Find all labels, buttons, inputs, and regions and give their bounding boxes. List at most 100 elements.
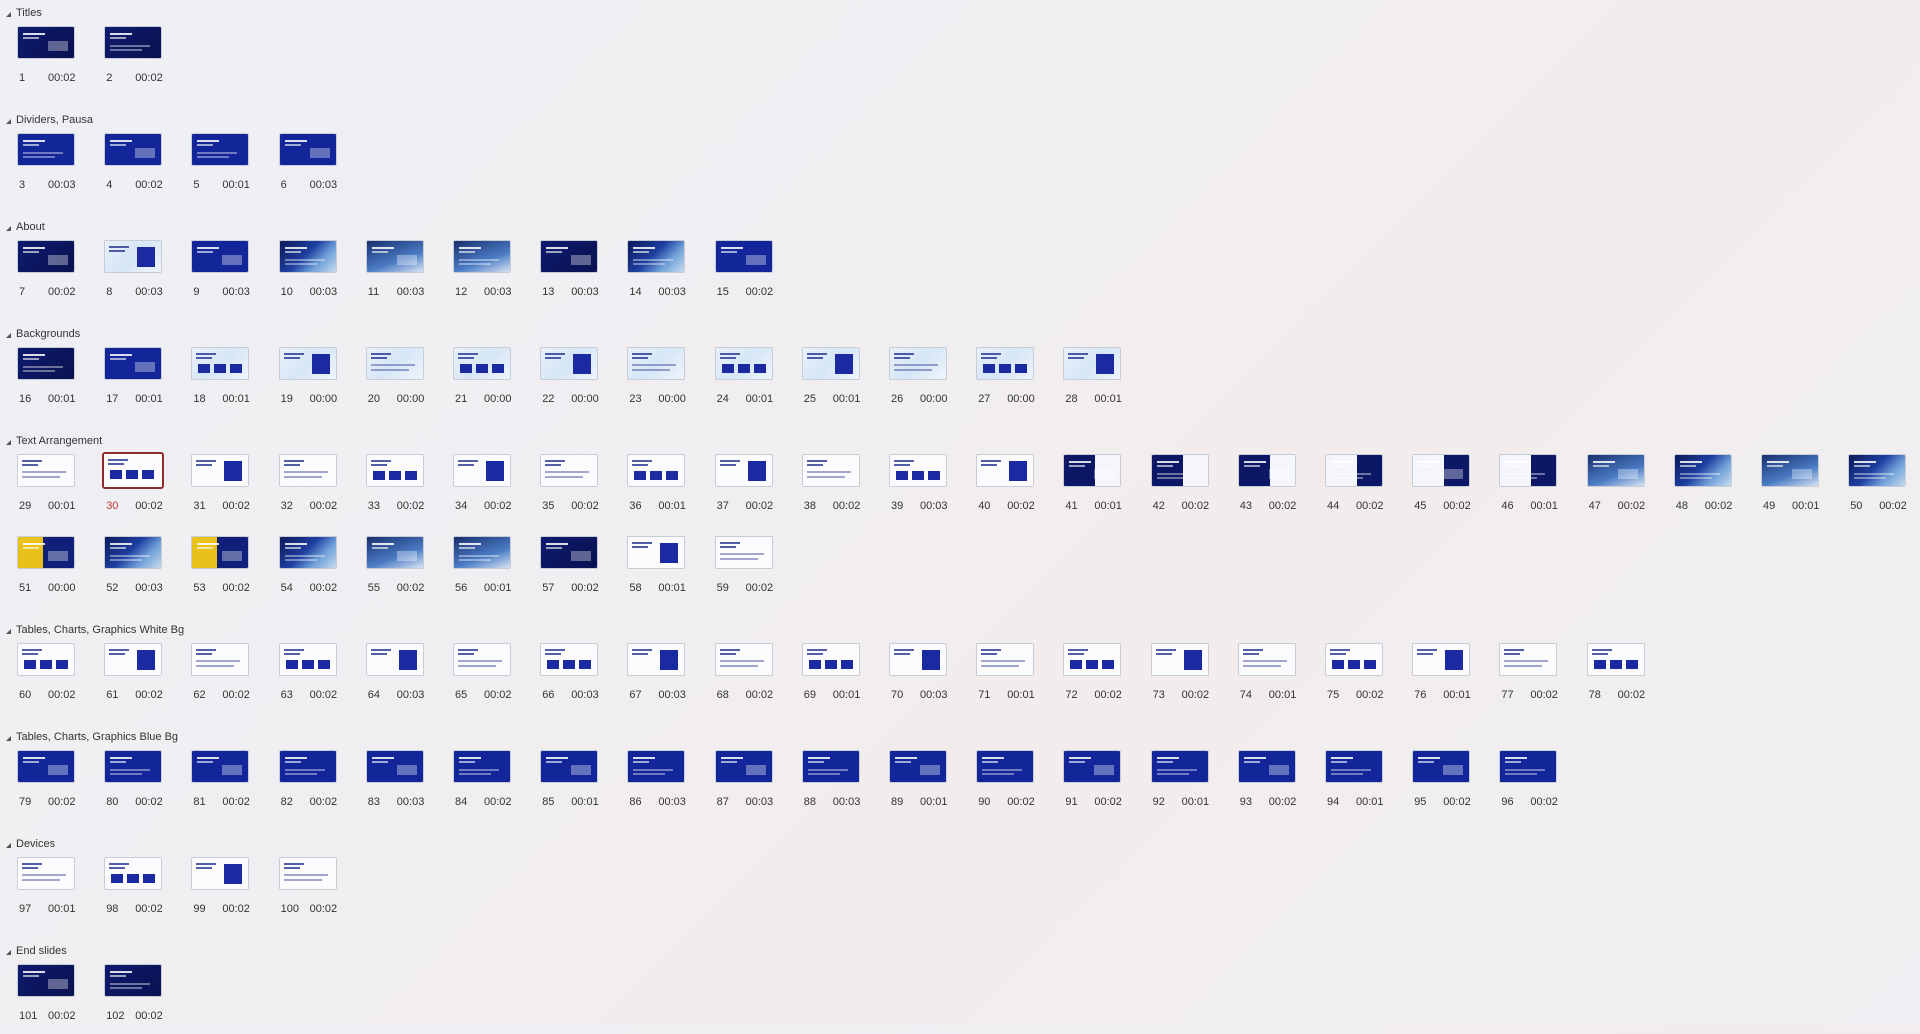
slide-preview[interactable] — [1150, 454, 1209, 487]
slide-preview[interactable] — [453, 750, 511, 783]
slide-thumbnail-item[interactable]: 79 00:02 — [17, 750, 104, 820]
slide-thumbnail-item[interactable]: 59 00:02 — [714, 536, 802, 606]
slide-preview[interactable] — [104, 133, 163, 166]
slide-thumbnail-item[interactable]: 82 00:02 — [278, 750, 366, 820]
slide-thumbnail-item[interactable]: 12 00:03 — [453, 240, 540, 310]
slide-preview[interactable] — [714, 347, 773, 380]
slide-thumbnail-item[interactable]: 67 00:03 — [627, 643, 714, 713]
slide-preview[interactable] — [365, 643, 424, 676]
slide-preview[interactable] — [1499, 750, 1558, 783]
section-header[interactable]: Devices — [6, 837, 55, 851]
slide-thumbnail-item[interactable]: 101 00:02 — [17, 964, 104, 1034]
slide-thumbnail-item[interactable]: 85 00:01 — [540, 750, 627, 820]
slide-thumbnail-item[interactable]: 52 00:03 — [104, 536, 191, 606]
slide-thumbnail-item[interactable]: 6 00:03 — [278, 133, 366, 203]
slide-preview[interactable] — [278, 857, 337, 890]
slide-thumbnail-item[interactable]: 44 00:02 — [1325, 454, 1412, 524]
slide-preview[interactable] — [714, 240, 773, 273]
slide-thumbnail-item[interactable]: 61 00:02 — [104, 643, 191, 713]
slide-thumbnail-item[interactable]: 91 00:02 — [1063, 750, 1150, 820]
slide-preview[interactable] — [801, 454, 860, 487]
slide-preview[interactable] — [540, 536, 599, 569]
slide-preview[interactable] — [191, 643, 250, 676]
slide-preview[interactable] — [1761, 454, 1819, 487]
slide-preview[interactable] — [453, 536, 511, 569]
slide-thumbnail-item[interactable]: 76 00:01 — [1412, 643, 1499, 713]
slide-preview[interactable] — [714, 454, 773, 487]
slide-thumbnail-item[interactable]: 98 00:02 — [104, 857, 191, 927]
slide-thumbnail-item[interactable]: 69 00:01 — [801, 643, 889, 713]
slide-preview[interactable] — [801, 750, 860, 783]
slide-preview[interactable] — [1499, 643, 1558, 676]
slide-preview[interactable] — [1412, 643, 1471, 676]
slide-preview[interactable] — [627, 536, 686, 569]
slide-thumbnail-item[interactable]: 74 00:01 — [1237, 643, 1325, 713]
slide-preview[interactable] — [976, 643, 1035, 676]
slide-thumbnail-item[interactable]: 48 00:02 — [1673, 454, 1761, 524]
slide-preview[interactable] — [278, 536, 337, 569]
slide-preview[interactable] — [627, 643, 686, 676]
slide-thumbnail-item[interactable]: 41 00:01 — [1063, 454, 1150, 524]
slide-thumbnail-item[interactable]: 96 00:02 — [1499, 750, 1586, 820]
slide-preview[interactable] — [1063, 347, 1122, 380]
slide-preview[interactable] — [1499, 454, 1558, 487]
slide-thumbnail-item[interactable]: 93 00:02 — [1237, 750, 1325, 820]
slide-preview[interactable] — [102, 452, 165, 489]
slide-thumbnail-item[interactable]: 13 00:03 — [540, 240, 627, 310]
section-header[interactable]: Tables, Charts, Graphics Blue Bg — [6, 730, 178, 744]
slide-thumbnail-item[interactable]: 84 00:02 — [453, 750, 540, 820]
slide-preview[interactable] — [278, 454, 337, 487]
slide-preview[interactable] — [801, 643, 860, 676]
slide-preview[interactable] — [17, 857, 75, 890]
slide-preview[interactable] — [714, 643, 773, 676]
slide-preview[interactable] — [453, 347, 511, 380]
slide-thumbnail-item[interactable]: 8 00:03 — [104, 240, 191, 310]
collapse-triangle-icon[interactable] — [6, 735, 11, 741]
slide-thumbnail-item[interactable]: 18 00:01 — [191, 347, 278, 417]
slide-preview[interactable] — [540, 347, 599, 380]
slide-thumbnail-item[interactable]: 24 00:01 — [714, 347, 802, 417]
slide-preview[interactable] — [278, 240, 337, 273]
slide-thumbnail-item[interactable]: 92 00:01 — [1150, 750, 1238, 820]
slide-thumbnail-item[interactable]: 68 00:02 — [714, 643, 802, 713]
slide-thumbnail-item[interactable]: 2 00:02 — [104, 26, 191, 96]
slide-preview[interactable] — [1412, 454, 1471, 487]
slide-thumbnail-item[interactable]: 39 00:03 — [889, 454, 976, 524]
slide-thumbnail-item[interactable]: 78 00:02 — [1586, 643, 1674, 713]
slide-preview[interactable] — [365, 454, 424, 487]
slide-preview[interactable] — [17, 133, 75, 166]
slide-thumbnail-item[interactable]: 32 00:02 — [278, 454, 366, 524]
slide-preview[interactable] — [191, 240, 250, 273]
slide-thumbnail-item[interactable]: 51 00:00 — [17, 536, 104, 606]
slide-thumbnail-item[interactable]: 25 00:01 — [801, 347, 889, 417]
slide-preview[interactable] — [191, 536, 250, 569]
slide-preview[interactable] — [540, 240, 599, 273]
slide-preview[interactable] — [1325, 454, 1383, 487]
slide-thumbnail-item[interactable]: 9 00:03 — [191, 240, 278, 310]
slide-preview[interactable] — [1848, 454, 1907, 487]
slide-thumbnail-item[interactable]: 1 00:02 — [17, 26, 104, 96]
slide-preview[interactable] — [191, 857, 250, 890]
slide-thumbnail-item[interactable]: 63 00:02 — [278, 643, 366, 713]
slide-thumbnail-item[interactable]: 16 00:01 — [17, 347, 104, 417]
slide-preview[interactable] — [1412, 750, 1471, 783]
section-header[interactable]: Text Arrangement — [6, 434, 102, 448]
collapse-triangle-icon[interactable] — [6, 11, 11, 17]
slide-thumbnail-item[interactable]: 99 00:02 — [191, 857, 278, 927]
slide-thumbnail-item[interactable]: 81 00:02 — [191, 750, 278, 820]
slide-preview[interactable] — [1237, 750, 1296, 783]
slide-thumbnail-item[interactable]: 46 00:01 — [1499, 454, 1586, 524]
slide-thumbnail-item[interactable]: 54 00:02 — [278, 536, 366, 606]
slide-thumbnail-item[interactable]: 73 00:02 — [1150, 643, 1238, 713]
slide-thumbnail-item[interactable]: 72 00:02 — [1063, 643, 1150, 713]
slide-thumbnail-item[interactable]: 50 00:02 — [1848, 454, 1920, 524]
slide-preview[interactable] — [191, 133, 250, 166]
slide-thumbnail-item[interactable]: 17 00:01 — [104, 347, 191, 417]
slide-preview[interactable] — [1063, 750, 1122, 783]
collapse-triangle-icon[interactable] — [6, 949, 11, 955]
slide-thumbnail-item[interactable]: 70 00:03 — [889, 643, 976, 713]
slide-thumbnail-item[interactable]: 33 00:02 — [365, 454, 453, 524]
slide-thumbnail-item[interactable]: 80 00:02 — [104, 750, 191, 820]
slide-preview[interactable] — [191, 750, 250, 783]
slide-thumbnail-item[interactable]: 34 00:02 — [453, 454, 540, 524]
